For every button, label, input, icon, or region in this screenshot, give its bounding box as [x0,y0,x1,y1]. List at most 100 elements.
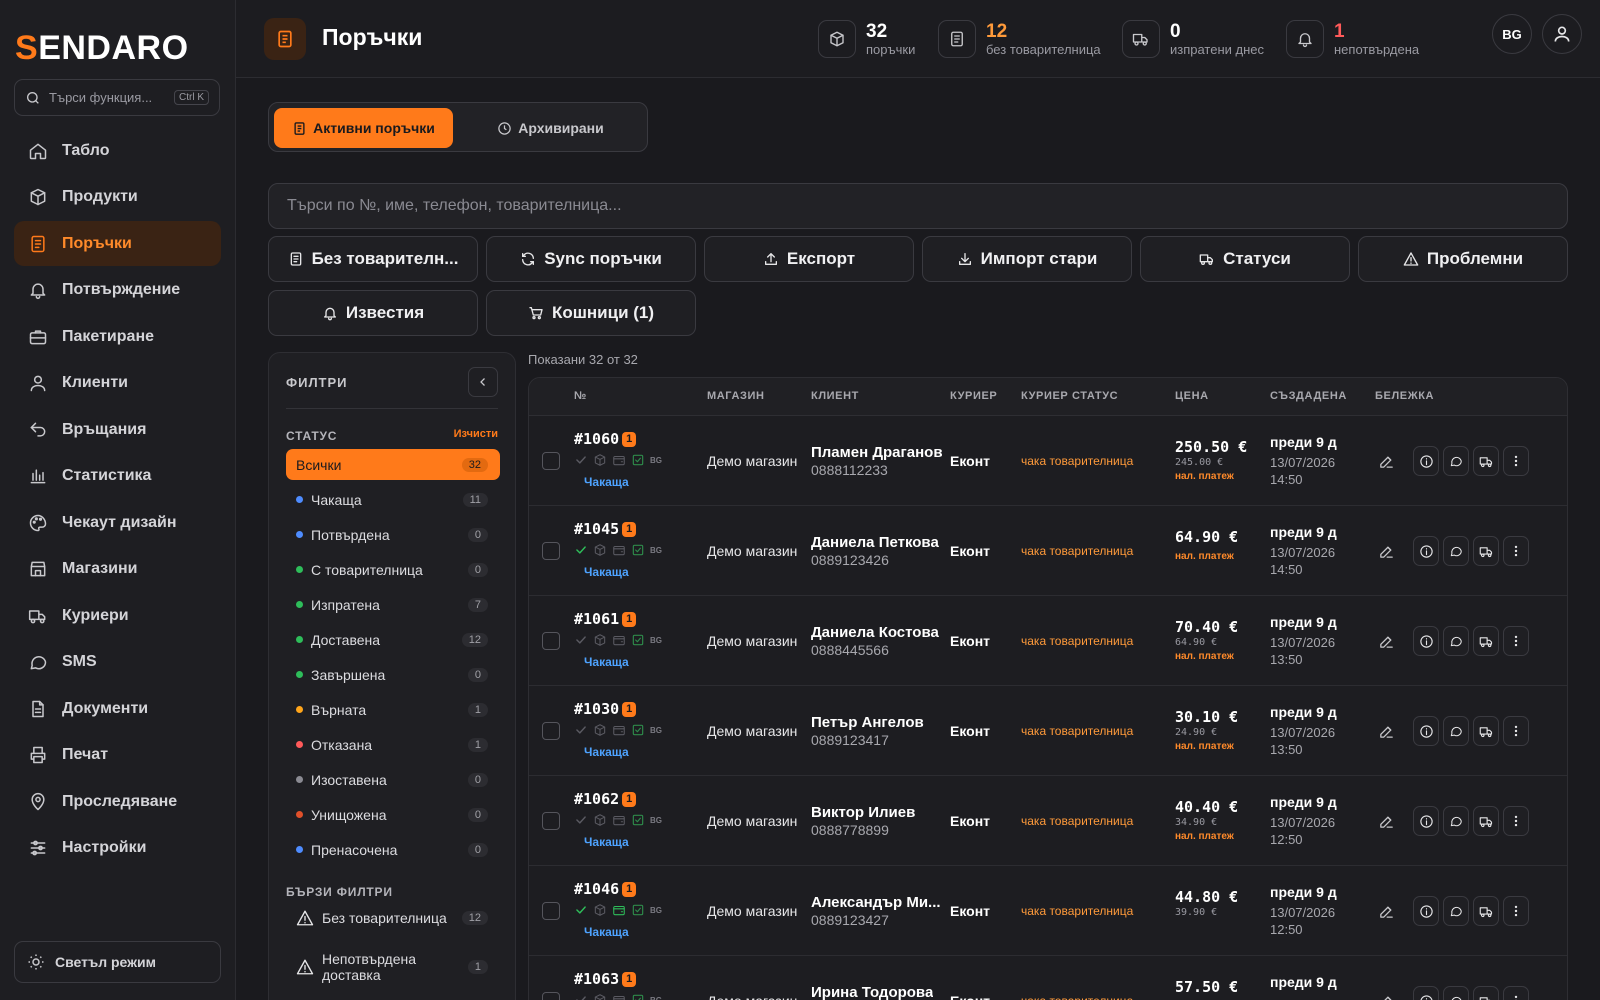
sidebar-item-3[interactable]: Потвърждение [14,268,221,313]
problems-button[interactable]: Проблемни [1358,236,1568,282]
clear-filters-link[interactable]: Изчисти [454,428,498,440]
customer-name[interactable]: Александър Ми... [811,894,941,911]
sidebar-item-15[interactable]: Настройки [14,826,221,871]
logo[interactable]: SENDARO [15,30,189,66]
shipment-button[interactable] [1473,986,1499,1000]
status-filter-2[interactable]: Потвърдена 0 [286,519,500,550]
info-button[interactable] [1413,896,1439,926]
order-number[interactable]: #1030 1 [574,700,637,718]
status-filter-3[interactable]: С товарителница 0 [286,554,500,585]
sidebar-item-4[interactable]: Пакетиране [14,314,221,359]
info-button[interactable] [1413,806,1439,836]
orders-search-input[interactable]: Търси по №, име, телефон, товарителница.… [268,183,1568,229]
status-filter-11[interactable]: Пренасочена 0 [286,834,500,865]
row-checkbox[interactable] [542,452,560,470]
status-filter-1[interactable]: Чакаща 11 [286,484,500,515]
tab-archived[interactable]: Архивирани [459,108,642,148]
more-button[interactable] [1503,536,1529,566]
statuses-button[interactable]: Статуси [1140,236,1350,282]
status-filter-6[interactable]: Завършена 0 [286,659,500,690]
shipment-button[interactable] [1473,536,1499,566]
status-filter-8[interactable]: Отказана 1 [286,729,500,760]
carts-button[interactable]: Кошници (1) [486,290,696,336]
shipment-button[interactable] [1473,446,1499,476]
status-filter-0[interactable]: Всички 32 [286,449,500,480]
tab-active-orders[interactable]: Активни поръчки [274,108,453,148]
more-button[interactable] [1503,896,1529,926]
sidebar-item-0[interactable]: Табло [14,128,221,173]
sms-button[interactable] [1443,986,1469,1000]
edit-note-button[interactable] [1371,446,1401,476]
customer-name[interactable]: Петър Ангелов [811,714,924,731]
sidebar-item-1[interactable]: Продукти [14,175,221,220]
sms-button[interactable] [1443,806,1469,836]
sms-button[interactable] [1443,716,1469,746]
export-button[interactable]: Експорт [704,236,914,282]
sidebar-item-12[interactable]: Документи [14,686,221,731]
status-filter-9[interactable]: Изоставена 0 [286,764,500,795]
quick-filter-0[interactable]: Без товарителница 12 [286,909,500,927]
order-number[interactable]: #1063 1 [574,970,637,988]
status-filter-10[interactable]: Унищожена 0 [286,799,500,830]
table-row[interactable]: #10631BGЧакащаДемо магазинИрина Тодорова… [529,956,1567,1000]
edit-note-button[interactable] [1371,626,1401,656]
table-row[interactable]: #1062 1 BG Чакаща Демо магазин Виктор Илиев 08… [529,776,1567,866]
info-button[interactable] [1413,536,1439,566]
more-button[interactable] [1503,446,1529,476]
customer-name[interactable]: Даниела Костова [811,624,939,641]
row-checkbox[interactable] [542,542,560,560]
function-search-input[interactable]: Търси функция... Ctrl K [14,79,220,116]
row-checkbox[interactable] [542,722,560,740]
customer-name[interactable]: Даниела Петкова [811,534,939,551]
sidebar-item-11[interactable]: SMS [14,640,221,685]
notifications-button[interactable]: Известия [268,290,478,336]
status-filter-5[interactable]: Доставена 12 [286,624,500,655]
status-filter-7[interactable]: Върната 1 [286,694,500,725]
more-button[interactable] [1503,626,1529,656]
sidebar-item-7[interactable]: Статистика [14,454,221,499]
info-button[interactable] [1413,716,1439,746]
shipment-button[interactable] [1473,896,1499,926]
no-waybill-button[interactable]: Без товарителн... [268,236,478,282]
collapse-filters-button[interactable] [468,367,498,397]
profile-button[interactable] [1542,14,1582,54]
sync-orders-button[interactable]: Sync поръчки [486,236,696,282]
sms-button[interactable] [1443,896,1469,926]
order-number[interactable]: #1060 1 [574,430,637,448]
quick-filter-1[interactable]: Непотвърдена доставка 1 [286,951,500,983]
table-row[interactable]: #1030 1 BG Чакаща Демо магазин Петър Ангелов 0… [529,686,1567,776]
edit-note-button[interactable] [1371,806,1401,836]
sms-button[interactable] [1443,626,1469,656]
sidebar-item-9[interactable]: Магазини [14,547,221,592]
table-row[interactable]: #1060 1 BG Чакаща Демо магазин Пламен Драгано… [529,416,1567,506]
order-number[interactable]: #1061 1 [574,610,637,628]
sidebar-item-13[interactable]: Печат [14,733,221,778]
edit-note-button[interactable] [1371,536,1401,566]
row-checkbox[interactable] [542,632,560,650]
order-number[interactable]: #1045 1 [574,520,637,538]
import-button[interactable]: Импорт стари [922,236,1132,282]
row-checkbox[interactable] [542,812,560,830]
shipment-button[interactable] [1473,806,1499,836]
sms-button[interactable] [1443,536,1469,566]
more-button[interactable] [1503,806,1529,836]
theme-toggle-button[interactable]: Светъл режим [14,941,221,983]
language-button[interactable]: BG [1492,14,1532,54]
table-row[interactable]: #1045 1 BG Чакаща Демо магазин Даниела Петков… [529,506,1567,596]
customer-name[interactable]: Ирина Тодорова [811,984,933,1000]
more-button[interactable] [1503,986,1529,1000]
edit-note-button[interactable] [1371,986,1401,1000]
info-button[interactable] [1413,986,1439,1000]
info-button[interactable] [1413,626,1439,656]
order-number[interactable]: #1062 1 [574,790,637,808]
order-number[interactable]: #1046 1 [574,880,637,898]
edit-note-button[interactable] [1371,716,1401,746]
shipment-button[interactable] [1473,716,1499,746]
sidebar-item-8[interactable]: Чекаут дизайн [14,500,221,545]
sms-button[interactable] [1443,446,1469,476]
table-row[interactable]: #1061 1 BG Чакаща Демо магазин Даниела Костов… [529,596,1567,686]
customer-name[interactable]: Виктор Илиев [811,804,915,821]
info-button[interactable] [1413,446,1439,476]
sidebar-item-6[interactable]: Връщания [14,407,221,452]
sidebar-item-10[interactable]: Куриери [14,593,221,638]
